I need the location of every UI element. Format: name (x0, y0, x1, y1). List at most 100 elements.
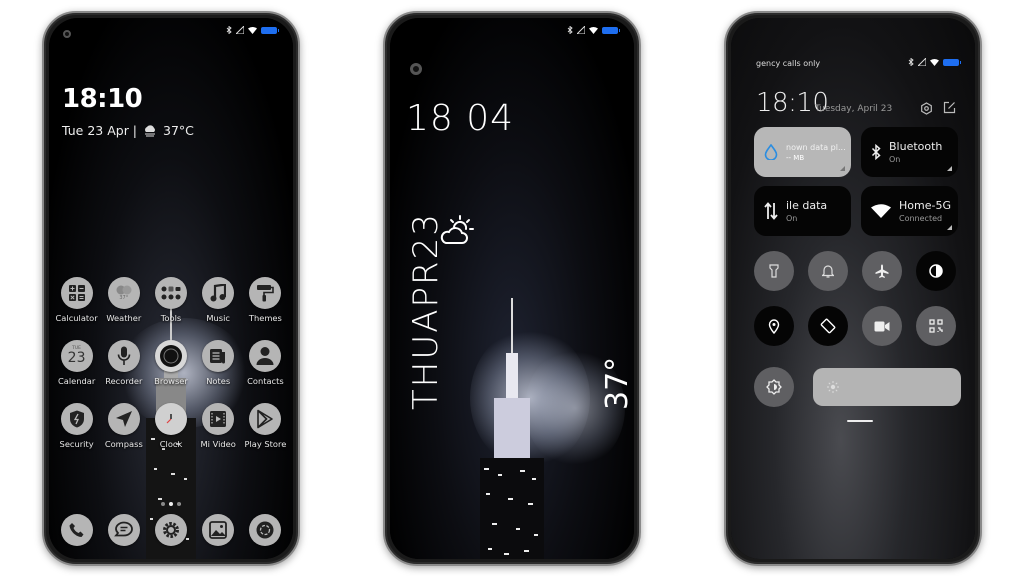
status-bar (226, 26, 279, 34)
dock-settings[interactable] (147, 514, 194, 546)
shield-bolt-icon (60, 403, 93, 435)
dismiss-handle[interactable] (847, 420, 873, 422)
app-label: Tools (160, 313, 182, 323)
sun-icon (827, 381, 839, 393)
dock-gallery[interactable] (195, 514, 242, 546)
app-browser[interactable]: Browser (147, 340, 194, 386)
calendar-day: 23 (67, 350, 86, 367)
toggle-flashlight[interactable] (754, 251, 794, 291)
partly-cloudy-icon (440, 215, 474, 244)
auto-rotate-icon (820, 318, 836, 334)
qr-scan-icon (929, 319, 943, 333)
tile-bluetooth[interactable]: Bluetooth On (861, 127, 958, 177)
control-date[interactable]: Tuesday, April 23 (815, 104, 892, 114)
app-mi-video[interactable]: Mi Video (195, 403, 242, 449)
camera-icon (249, 514, 282, 546)
app-tools[interactable]: Tools (147, 277, 194, 323)
page-dot[interactable] (177, 502, 181, 506)
wifi-icon (930, 58, 939, 66)
phone-control-center: gency calls only 18:10 Tuesday, April 23… (724, 11, 982, 566)
app-themes[interactable]: Themes (242, 277, 289, 323)
app-label: Security (59, 439, 94, 449)
app-label: Recorder (105, 376, 143, 386)
edit-icon[interactable] (943, 101, 956, 114)
notes-icon (202, 340, 235, 372)
cloud-snow-icon (145, 124, 156, 136)
toggle-ringer[interactable] (808, 251, 848, 291)
app-contacts[interactable]: Contacts (242, 340, 289, 386)
battery-icon (261, 26, 279, 34)
dock-messages[interactable] (100, 514, 147, 546)
calculator-icon (60, 277, 93, 309)
dock-camera[interactable] (242, 514, 289, 546)
paint-roller-icon (249, 277, 282, 309)
settings-icon[interactable] (920, 102, 933, 115)
tile-subtitle: -- MB (786, 153, 805, 162)
video-icon (202, 403, 235, 435)
app-grid: Calculator 37° Weather Tools Music Theme… (53, 277, 289, 449)
toggle-airplane[interactable] (862, 251, 902, 291)
airplane-icon (875, 264, 889, 278)
tile-mobile-data[interactable]: ile data On (754, 186, 851, 236)
wifi-icon (248, 26, 257, 34)
toggle-qr-scanner[interactable] (916, 306, 956, 346)
app-label: Themes (248, 313, 282, 323)
play-store-icon (249, 403, 282, 435)
brightness-slider[interactable] (813, 368, 961, 406)
app-clock[interactable]: Clock (147, 403, 194, 449)
weather-icon: 37° (107, 277, 140, 309)
date-weather-widget[interactable]: Tue 23 Apr | 37°C (62, 123, 194, 138)
mobile-data-icon (764, 202, 778, 220)
page-dot-active[interactable] (169, 502, 173, 506)
toggle-dark-mode[interactable] (916, 251, 956, 291)
toggle-auto-brightness[interactable] (754, 367, 794, 407)
compass-arrow-icon (107, 403, 140, 435)
gallery-icon (202, 514, 235, 546)
app-music[interactable]: Music (195, 277, 242, 323)
page-dot[interactable] (161, 502, 165, 506)
toggle-location[interactable] (754, 306, 794, 346)
app-label: Notes (206, 376, 231, 386)
bluetooth-icon (908, 58, 914, 66)
tile-expand-icon[interactable] (947, 225, 952, 230)
water-drop-icon (764, 144, 778, 160)
vertical-temperature: 37° (600, 356, 634, 410)
front-camera (63, 30, 71, 38)
app-notes[interactable]: Notes (195, 340, 242, 386)
signal-icon (577, 26, 585, 34)
tile-subtitle: On (786, 214, 798, 223)
tile-wifi[interactable]: Home-5G Connected (861, 186, 958, 236)
bluetooth-icon (871, 144, 881, 160)
dock (53, 514, 289, 546)
app-recorder[interactable]: Recorder (100, 340, 147, 386)
tile-title: Bluetooth (889, 140, 943, 153)
app-label: Contacts (247, 376, 284, 386)
app-label: Calculator (55, 313, 98, 323)
dock-phone[interactable] (53, 514, 100, 546)
messages-icon (107, 514, 140, 546)
settings-icon (154, 514, 187, 546)
app-label: Compass (104, 439, 143, 449)
app-label: Calendar (57, 376, 96, 386)
app-label: Weather (106, 313, 142, 323)
tile-title: nown data pl... (786, 142, 846, 152)
date-text: Tue 23 Apr | (62, 123, 138, 138)
tile-data-usage[interactable]: nown data pl... -- MB (754, 127, 851, 177)
clock-icon (154, 403, 187, 435)
wifi-icon (871, 204, 891, 218)
tile-expand-icon[interactable] (947, 166, 952, 171)
screen-record-icon (874, 321, 890, 331)
toggle-screen-recorder[interactable] (862, 306, 902, 346)
app-compass[interactable]: Compass (100, 403, 147, 449)
tile-subtitle: Connected (899, 214, 943, 223)
app-security[interactable]: Security (53, 403, 100, 449)
app-calculator[interactable]: Calculator (53, 277, 100, 323)
toggle-auto-rotate[interactable] (808, 306, 848, 346)
app-weather[interactable]: 37° Weather (100, 277, 147, 323)
tile-subtitle: On (889, 155, 901, 164)
app-calendar[interactable]: TUE 23 Calendar (53, 340, 100, 386)
bluetooth-icon (567, 26, 573, 34)
app-play-store[interactable]: Play Store (242, 403, 289, 449)
tile-expand-icon[interactable] (840, 166, 845, 171)
clock-widget-time[interactable]: 18:10 (62, 84, 143, 114)
